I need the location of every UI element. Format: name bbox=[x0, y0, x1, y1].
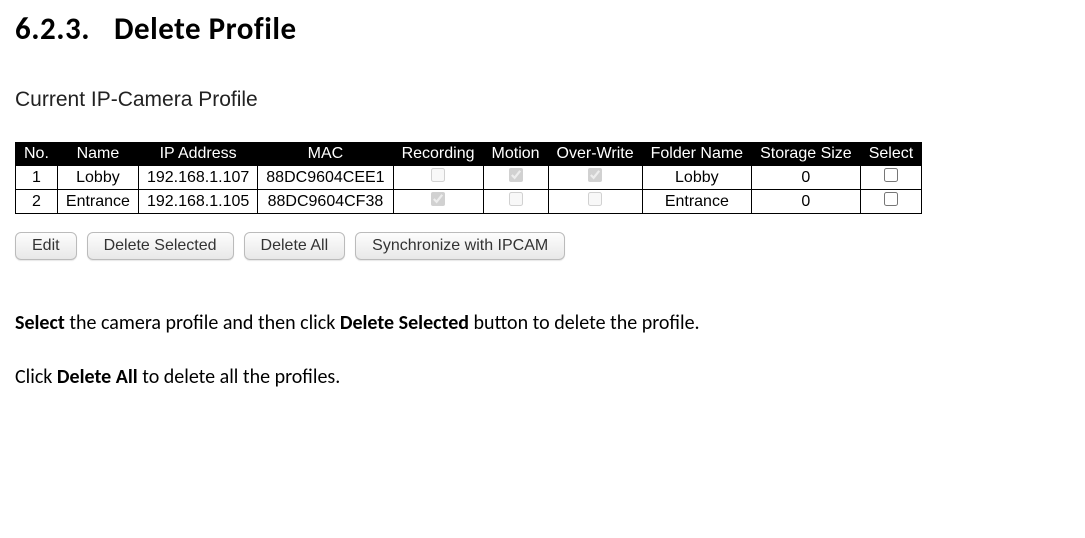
col-motion: Motion bbox=[483, 143, 548, 166]
overwrite-checkbox-cell bbox=[548, 166, 642, 190]
instruction-2-b1: Delete All bbox=[57, 365, 138, 389]
col-recording: Recording bbox=[393, 143, 483, 166]
recording-checkbox bbox=[431, 192, 445, 206]
select-checkbox[interactable] bbox=[884, 168, 898, 182]
recording-checkbox bbox=[431, 168, 445, 182]
motion-checkbox-cell bbox=[483, 190, 548, 214]
section-title: Delete Profile bbox=[114, 10, 297, 48]
instruction-2: Click Delete All to delete all the profi… bbox=[15, 364, 1070, 390]
instruction-2-t2: to delete all the profiles. bbox=[138, 365, 341, 389]
instruction-2-t1: Click bbox=[15, 365, 57, 389]
overwrite-checkbox bbox=[588, 168, 602, 182]
cell-no: 2 bbox=[16, 190, 58, 214]
section-number: 6.2.3. bbox=[15, 10, 90, 48]
table-header-row: No. Name IP Address MAC Recording Motion… bbox=[16, 143, 922, 166]
cell-mac: 88DC9604CEE1 bbox=[258, 166, 393, 190]
cell-storage: 0 bbox=[752, 166, 861, 190]
cell-name: Lobby bbox=[57, 166, 138, 190]
profile-table: No. Name IP Address MAC Recording Motion… bbox=[15, 142, 922, 214]
edit-button[interactable]: Edit bbox=[15, 232, 77, 260]
col-no: No. bbox=[16, 143, 58, 166]
delete-selected-button[interactable]: Delete Selected bbox=[87, 232, 234, 260]
motion-checkbox bbox=[509, 168, 523, 182]
cell-ip: 192.168.1.107 bbox=[138, 166, 257, 190]
select-checkbox-cell bbox=[860, 166, 921, 190]
delete-all-button[interactable]: Delete All bbox=[244, 232, 346, 260]
col-folder: Folder Name bbox=[642, 143, 751, 166]
recording-checkbox-cell bbox=[393, 166, 483, 190]
motion-checkbox bbox=[509, 192, 523, 206]
cell-ip: 192.168.1.105 bbox=[138, 190, 257, 214]
select-checkbox-cell bbox=[860, 190, 921, 214]
profile-label: Current IP-Camera Profile bbox=[15, 88, 1070, 112]
table-row: 1Lobby192.168.1.10788DC9604CEE1Lobby0 bbox=[16, 166, 922, 190]
instruction-1-t1: the camera profile and then click bbox=[65, 311, 340, 335]
motion-checkbox-cell bbox=[483, 166, 548, 190]
button-row: Edit Delete Selected Delete All Synchron… bbox=[15, 232, 1070, 260]
col-overwrite: Over-Write bbox=[548, 143, 642, 166]
cell-folder: Entrance bbox=[642, 190, 751, 214]
cell-name: Entrance bbox=[57, 190, 138, 214]
cell-folder: Lobby bbox=[642, 166, 751, 190]
overwrite-checkbox bbox=[588, 192, 602, 206]
cell-no: 1 bbox=[16, 166, 58, 190]
cell-storage: 0 bbox=[752, 190, 861, 214]
col-mac: MAC bbox=[258, 143, 393, 166]
cell-mac: 88DC9604CF38 bbox=[258, 190, 393, 214]
overwrite-checkbox-cell bbox=[548, 190, 642, 214]
section-heading: 6.2.3. Delete Profile bbox=[15, 10, 1070, 48]
col-select: Select bbox=[860, 143, 921, 166]
recording-checkbox-cell bbox=[393, 190, 483, 214]
instruction-1-b2: Delete Selected bbox=[340, 311, 469, 335]
col-ip: IP Address bbox=[138, 143, 257, 166]
table-row: 2Entrance192.168.1.10588DC9604CF38Entran… bbox=[16, 190, 922, 214]
col-storage: Storage Size bbox=[752, 143, 861, 166]
instruction-1: Select the camera profile and then click… bbox=[15, 310, 1070, 336]
instruction-1-b1: Select bbox=[15, 311, 65, 335]
instruction-1-t2: button to delete the profile. bbox=[469, 311, 700, 335]
col-name: Name bbox=[57, 143, 138, 166]
select-checkbox[interactable] bbox=[884, 192, 898, 206]
sync-button[interactable]: Synchronize with IPCAM bbox=[355, 232, 565, 260]
